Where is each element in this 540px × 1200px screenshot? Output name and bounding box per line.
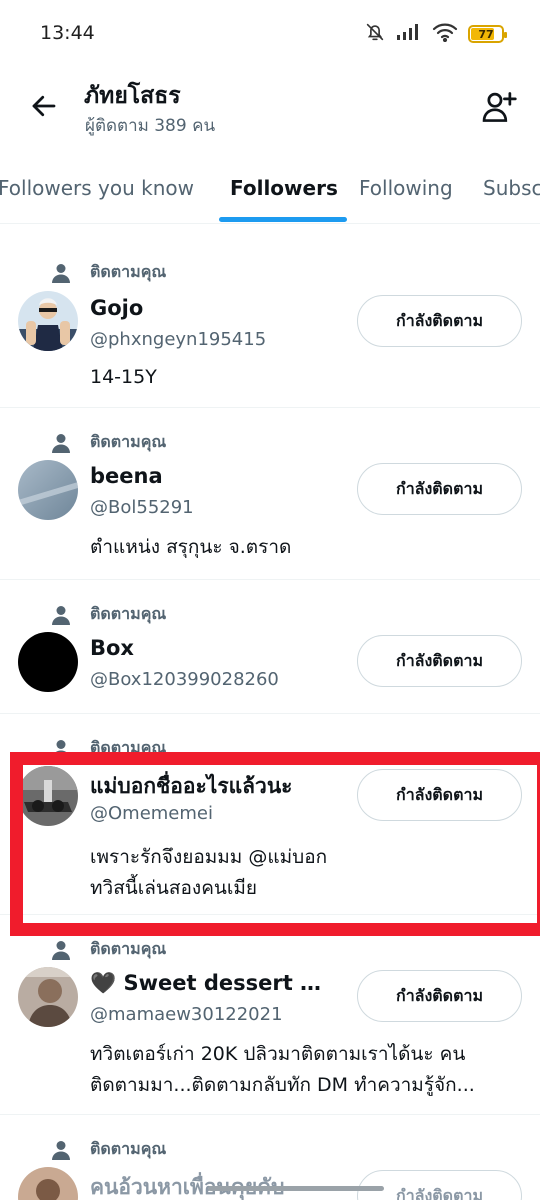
following-button[interactable]: กำลังติดตาม xyxy=(357,635,522,687)
tab-followers[interactable]: Followers xyxy=(230,176,338,200)
avatar[interactable] xyxy=(18,460,78,520)
add-user-button[interactable] xyxy=(478,86,520,128)
battery-icon: 77 xyxy=(468,25,507,43)
user-handle: @phxngeyn195415 xyxy=(90,329,267,350)
back-button[interactable] xyxy=(24,86,64,126)
user-bio: 14-15Y xyxy=(90,366,157,388)
followers-list: ติดตามคุณ Gojo @phxngeyn195415 14-15Y กำ… xyxy=(0,238,540,1200)
battery-level: 77 xyxy=(478,27,494,41)
user-handle: @Bol55291 xyxy=(90,497,194,518)
tab-following[interactable]: Following xyxy=(359,176,453,200)
follows-you-indicator: ติดตามคุณ xyxy=(52,430,166,455)
list-item[interactable]: ติดตามคุณ beena @Bol55291 ตำแหน่ง สรุกุน… xyxy=(0,408,540,580)
tab-bar: Followers you know Followers Following S… xyxy=(0,160,540,224)
following-button[interactable]: กำลังติดตาม xyxy=(357,970,522,1022)
user-name[interactable]: Gojo xyxy=(90,296,143,320)
following-button[interactable]: กำลังติดตาม xyxy=(357,769,522,821)
list-item[interactable]: ติดตามคุณ แม่บอกชื่ออะไรแล้วนะ @Omememei… xyxy=(0,714,540,915)
home-indicator[interactable] xyxy=(208,1186,384,1191)
following-button[interactable]: กำลังติดตาม xyxy=(357,295,522,347)
list-item[interactable]: ติดตามคุณ Gojo @phxngeyn195415 14-15Y กำ… xyxy=(0,238,540,408)
status-bar: 13:44 77 xyxy=(0,0,540,68)
user-handle: @mamaew30122021 xyxy=(90,1004,283,1025)
wifi-icon xyxy=(432,22,458,46)
status-time: 13:44 xyxy=(40,22,95,44)
user-name[interactable]: Box xyxy=(90,636,134,660)
list-item[interactable]: ติดตามคุณ 🖤 Sweet dessert 🌹 (s... @mamae… xyxy=(0,915,540,1115)
follows-you-indicator: ติดตามคุณ xyxy=(52,1137,166,1162)
follows-you-label: ติดตามคุณ xyxy=(90,432,167,451)
list-item[interactable]: ติดตามคุณ Box @Box120399028260 กำลังติดต… xyxy=(0,580,540,714)
person-icon xyxy=(52,1140,70,1160)
following-button[interactable]: กำลังติดตาม xyxy=(357,463,522,515)
follows-you-indicator: ติดตามคุณ xyxy=(52,602,166,627)
follower-count: ผู้ติดตาม 389 คน xyxy=(85,116,216,136)
person-icon xyxy=(52,263,70,283)
user-bio: ตำแหน่ง สรุกุนะ จ.ตราด xyxy=(90,536,292,558)
follows-you-label: ติดตามคุณ xyxy=(90,604,167,623)
follows-you-indicator: ติดตามคุณ xyxy=(52,937,166,962)
person-icon xyxy=(52,940,70,960)
avatar[interactable] xyxy=(18,291,78,351)
user-name[interactable]: แม่บอกชื่ออะไรแล้วนะ xyxy=(90,770,292,803)
tab-followers-you-know[interactable]: Followers you know xyxy=(0,176,194,200)
profile-header: ภัทยโสธร ผู้ติดตาม 389 คน xyxy=(0,68,540,160)
person-icon xyxy=(52,739,70,759)
tab-subscriptions[interactable]: Subscriptions xyxy=(483,176,540,200)
user-handle: @Omememei xyxy=(90,803,213,824)
following-button[interactable]: กำลังติดตาม xyxy=(357,1170,522,1200)
follows-you-label: ติดตามคุณ xyxy=(90,939,167,958)
active-tab-indicator xyxy=(219,217,347,222)
user-bio: ทวิตเตอร์เก่า 20K ปลิวมาติดตามเราได้นะ ค… xyxy=(90,1043,475,1096)
avatar[interactable] xyxy=(18,766,78,826)
status-icons: 77 xyxy=(364,21,507,47)
user-bio: เพราะรักจึงยอมมม @แม่บอก ทวิสนี้เล่นสองค… xyxy=(90,846,328,899)
user-handle: @Box120399028260 xyxy=(90,669,279,690)
avatar[interactable] xyxy=(18,1167,78,1200)
mute-icon xyxy=(364,21,386,47)
add-user-icon xyxy=(482,92,517,122)
follows-you-label: ติดตามคุณ xyxy=(90,738,167,757)
avatar[interactable] xyxy=(18,967,78,1027)
page-title: ภัทยโสธร xyxy=(84,83,181,109)
follows-you-indicator: ติดตามคุณ xyxy=(52,736,166,761)
avatar[interactable] xyxy=(18,632,78,692)
person-icon xyxy=(52,605,70,625)
signal-icon xyxy=(396,23,422,45)
user-name[interactable]: 🖤 Sweet dessert 🌹 (s... xyxy=(90,971,346,996)
follows-you-label: ติดตามคุณ xyxy=(90,1139,167,1158)
follows-you-indicator: ติดตามคุณ xyxy=(52,260,166,285)
back-arrow-icon xyxy=(32,95,56,117)
user-name[interactable]: beena xyxy=(90,464,163,488)
person-icon xyxy=(52,433,70,453)
follows-you-label: ติดตามคุณ xyxy=(90,262,167,281)
